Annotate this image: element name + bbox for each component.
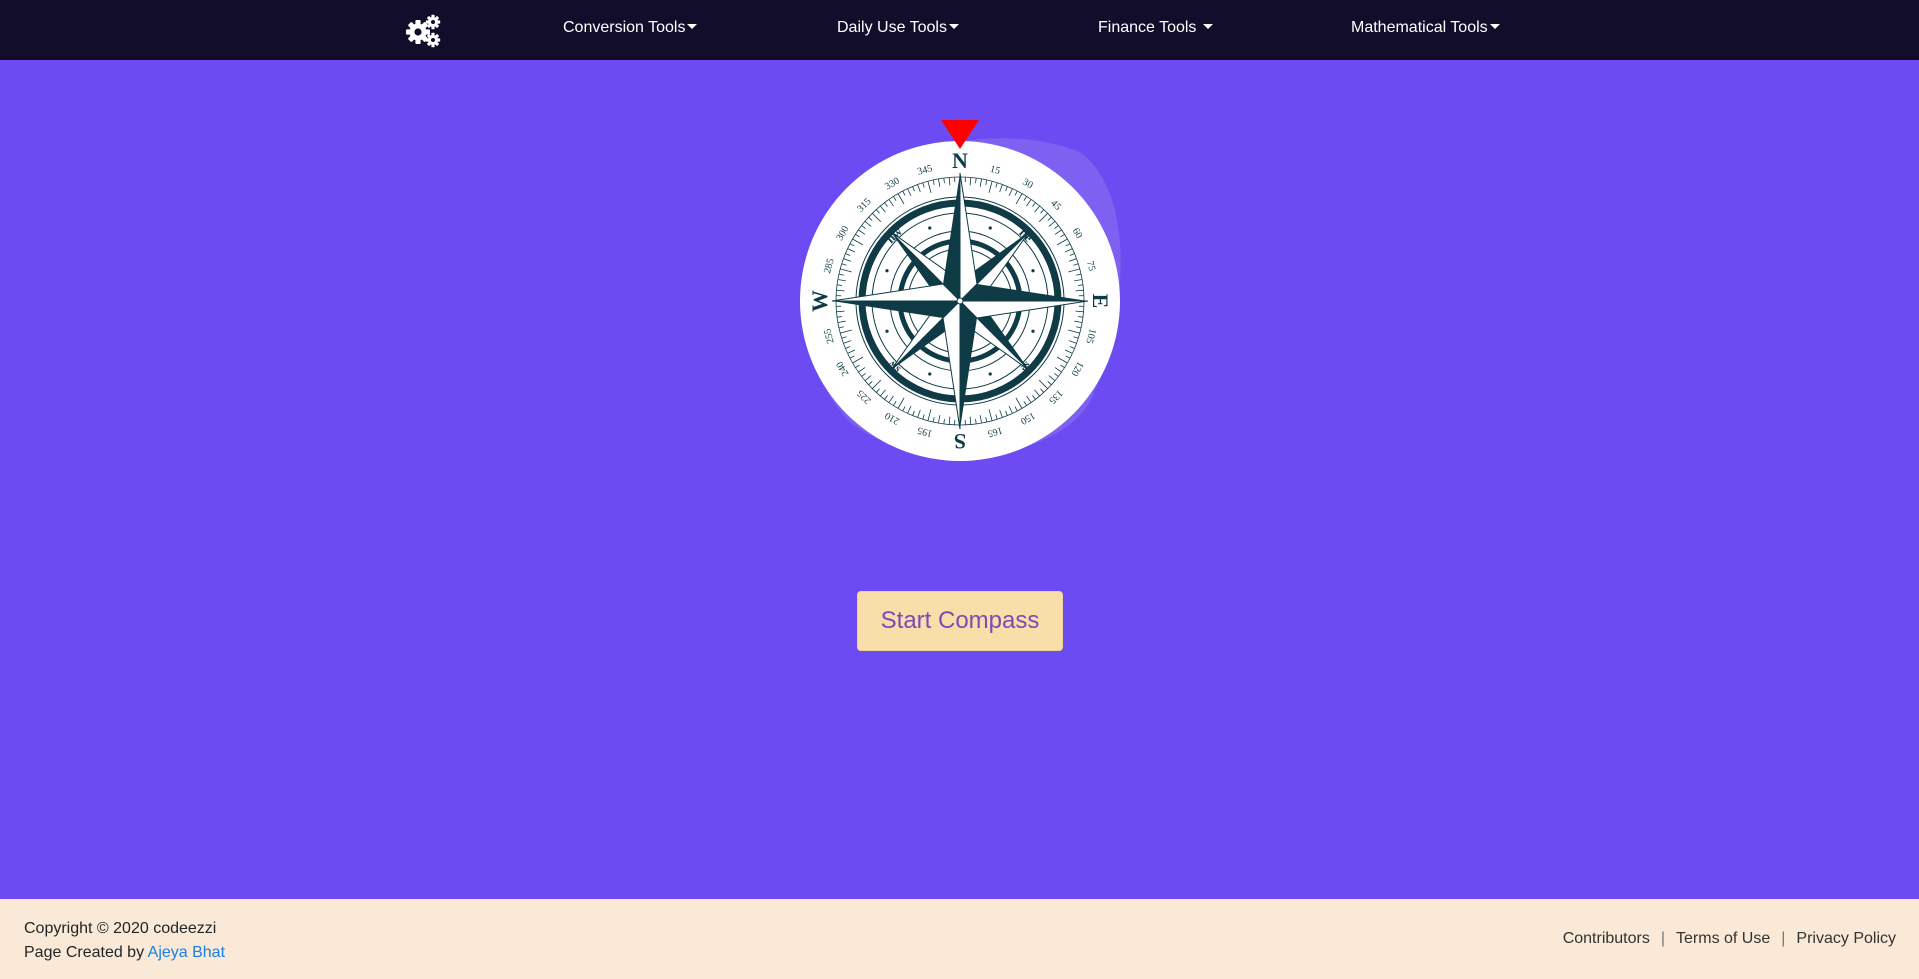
nav-label-conversion-tools: Conversion Tools	[563, 19, 686, 36]
nav-label-daily-use-tools: Daily Use Tools	[837, 19, 947, 36]
footer-links: Contributors | Terms of Use | Privacy Policy	[1563, 929, 1896, 949]
created-by-prefix: Page Created by	[24, 944, 145, 961]
cardinal-label-s: S	[954, 429, 966, 454]
page-footer: Copyright © 2020 codeezzi Page Created b…	[0, 899, 1919, 979]
privacy-policy-link[interactable]: Privacy Policy	[1796, 930, 1896, 947]
footer-separator: |	[1781, 930, 1786, 947]
terms-of-use-link[interactable]: Terms of Use	[1676, 930, 1770, 947]
dial-dot	[988, 226, 992, 230]
dial-dot	[885, 329, 889, 333]
nav-label-mathematical-tools: Mathematical Tools	[1351, 19, 1488, 36]
caret-down-icon	[1203, 24, 1214, 29]
cardinal-label-e: E	[1088, 294, 1113, 309]
nav-label-finance-tools: Finance Tools	[1098, 19, 1197, 36]
caret-down-icon	[687, 24, 698, 29]
dial-dot	[988, 372, 992, 376]
compass-widget: N E S Wne se sw nw 15 30 45 60 75 105 120 135 150 165 195…	[790, 112, 1130, 472]
nav-dropdown-finance-tools[interactable]: Finance Tools	[1098, 0, 1214, 60]
start-compass-button[interactable]: Start Compass	[857, 591, 1063, 651]
dial-dot	[1031, 329, 1035, 333]
caret-down-icon	[1489, 24, 1500, 29]
nav-dropdown-mathematical-tools[interactable]: Mathematical Tools	[1351, 0, 1500, 60]
copyright-text: Copyright © 2020 codeezzi	[24, 920, 217, 937]
caret-down-icon	[948, 24, 959, 29]
gears-icon[interactable]	[403, 10, 443, 50]
top-navbar: Conversion Tools Daily Use Tools Finance…	[0, 0, 1919, 60]
compass-dial: NESWneseswnw1530456075105120135150165195…	[800, 120, 1121, 461]
dial-dot	[1031, 269, 1035, 273]
dial-dot	[928, 226, 932, 230]
cardinal-label-n: N	[952, 148, 968, 173]
nav-dropdown-daily-use-tools[interactable]: Daily Use Tools	[837, 0, 959, 60]
created-by-line: Page Created by Ajeya Bhat	[24, 941, 225, 965]
cardinal-label-w: W	[807, 290, 832, 312]
nav-dropdown-conversion-tools[interactable]: Conversion Tools	[563, 0, 698, 60]
dial-dot	[928, 372, 932, 376]
footer-separator: |	[1660, 930, 1666, 947]
footer-credits: Copyright © 2020 codeezzi Page Created b…	[24, 917, 225, 965]
author-link[interactable]: Ajeya Bhat	[148, 944, 225, 961]
contributors-link[interactable]: Contributors	[1563, 930, 1650, 947]
dial-dot	[885, 269, 889, 273]
